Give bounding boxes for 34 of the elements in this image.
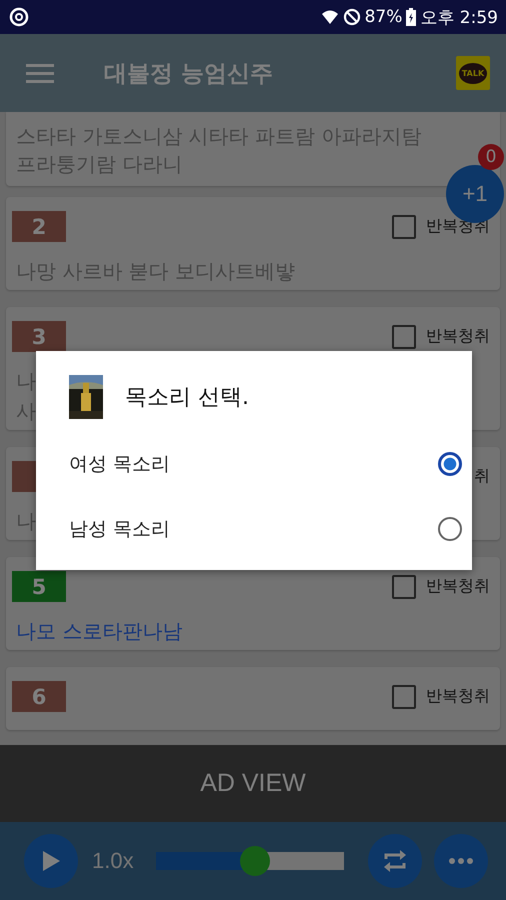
chat-logo-button[interactable]: TALK bbox=[456, 56, 490, 90]
verse-text: 나모 스로타판나남 bbox=[15, 618, 182, 645]
ad-banner-text: AD VIEW bbox=[200, 769, 306, 798]
battery-icon bbox=[406, 8, 416, 26]
repeat-label: 반복청취 bbox=[426, 326, 490, 347]
do-not-disturb-icon bbox=[342, 8, 361, 26]
verse-number: 5 bbox=[12, 571, 66, 602]
repeat-label: 반복청취 bbox=[426, 576, 490, 597]
battery-percent: 87% bbox=[364, 7, 402, 27]
radio-button[interactable] bbox=[438, 452, 462, 476]
repeat-checkbox[interactable] bbox=[392, 574, 416, 598]
play-icon bbox=[41, 850, 61, 872]
voice-option[interactable]: 여성 목소리 bbox=[69, 431, 462, 496]
app-title: 대불정 능엄신주 bbox=[104, 60, 274, 88]
speed-text: 1.0x bbox=[92, 848, 134, 874]
menu-icon[interactable] bbox=[26, 63, 54, 83]
repeat-checkbox[interactable] bbox=[392, 214, 416, 238]
more-icon bbox=[448, 858, 473, 864]
verse-number: 3 bbox=[12, 321, 66, 352]
repeat-label: 취 bbox=[474, 466, 490, 487]
sync-icon bbox=[8, 6, 30, 28]
clock: 오후 2:59 bbox=[420, 6, 498, 28]
dialog-title: 목소리 선택. bbox=[125, 384, 249, 412]
seek-slider[interactable] bbox=[156, 846, 344, 876]
slider-thumb[interactable] bbox=[240, 846, 270, 876]
repeat-checkbox[interactable] bbox=[392, 684, 416, 708]
voice-option[interactable]: 남성 목소리 bbox=[69, 496, 462, 561]
wifi-icon bbox=[320, 8, 339, 26]
verse-number: 2 bbox=[12, 211, 66, 242]
verse-number: 6 bbox=[12, 681, 66, 712]
repeat-icon bbox=[382, 848, 408, 874]
radio-button[interactable] bbox=[438, 516, 462, 540]
repeat-label: 반복청취 bbox=[426, 686, 490, 707]
repeat-checkbox[interactable] bbox=[392, 324, 416, 348]
